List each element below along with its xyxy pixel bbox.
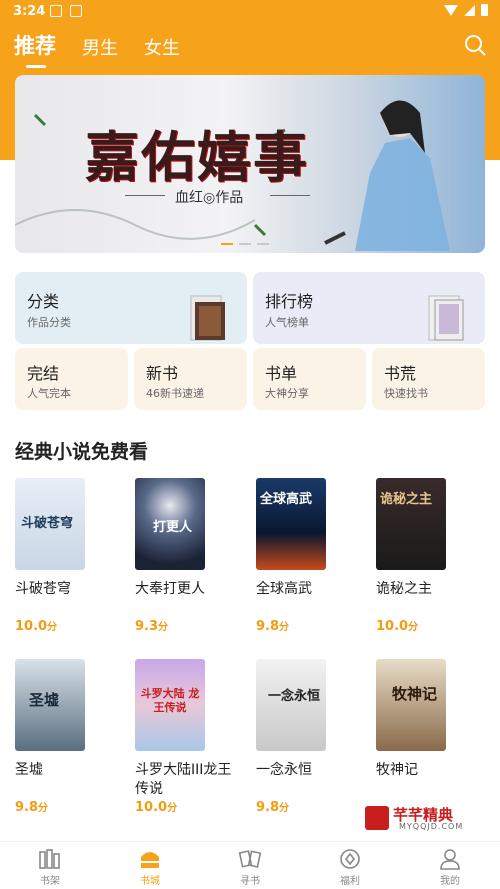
banner-title: 嘉佑嬉事 [85, 125, 309, 189]
category-title: 分类 [27, 292, 60, 311]
banner-dot[interactable] [239, 243, 251, 245]
bookshelf-icon [39, 849, 60, 869]
book-score: 10.0分 [376, 619, 419, 634]
banner-subtitle: 血红◎作品 [175, 190, 244, 206]
book-score: 10.0分 [15, 619, 58, 634]
book-finder-title: 书荒 [384, 364, 417, 383]
watermark-logo-icon [365, 806, 389, 830]
banner-line-right [270, 195, 310, 196]
new-books-subtitle: 46新书速递 [146, 387, 204, 400]
ranking-card[interactable]: 排行榜 人气榜单 [253, 272, 485, 344]
profile-icon [440, 849, 460, 870]
book-score: 10.0分 [135, 800, 178, 815]
book-item[interactable]: 打更人 大奉打更人 9.3分 [135, 478, 235, 634]
book-finder-card[interactable]: 书荒 快速找书 [372, 348, 485, 410]
nav-bookshelf[interactable]: 书架 [0, 842, 100, 889]
book-score: 9.8分 [15, 800, 49, 815]
status-bar: 3:24 [0, 0, 500, 24]
book-title: 大奉打更人 [135, 581, 205, 597]
book-cover: 诡秘之主 [376, 478, 446, 570]
top-tabs: 推荐 男生 女生 [14, 30, 180, 68]
ranking-subtitle: 人气榜单 [265, 316, 309, 329]
completed-card[interactable]: 完结 人气完本 [15, 348, 128, 410]
nav-bookstore[interactable]: 书城 [100, 842, 200, 889]
category-card[interactable]: 分类 作品分类 [15, 272, 247, 344]
app-notification-icon [70, 5, 82, 17]
battery-icon [481, 4, 488, 16]
category-subtitle: 作品分类 [27, 316, 71, 329]
banner-dot[interactable] [257, 243, 269, 245]
welfare-icon [340, 849, 360, 869]
nav-find-book[interactable]: 寻书 [200, 842, 300, 889]
nav-label: 书城 [140, 876, 160, 887]
book-stack-icon [428, 295, 464, 341]
book-title: 全球高武 [256, 581, 312, 597]
banner-dot[interactable] [221, 243, 233, 245]
nav-label: 福利 [340, 876, 360, 887]
ranking-title: 排行榜 [265, 292, 314, 311]
gallery-notification-icon [50, 5, 62, 17]
bottom-navigation: 书架 书城 寻书 福利 我的 [0, 841, 500, 889]
book-cover: 打更人 [135, 478, 205, 570]
nav-label: 我的 [440, 876, 460, 887]
find-book-icon [238, 850, 262, 868]
book-item[interactable]: 诡秘之主 诡秘之主 10.0分 [376, 478, 476, 634]
banner-line-left [125, 195, 165, 196]
book-score: 9.3分 [135, 619, 169, 634]
book-title: 一念永恒 [256, 762, 312, 778]
completed-title: 完结 [27, 364, 60, 383]
new-books-card[interactable]: 新书 46新书速递 [134, 348, 247, 410]
booklist-card[interactable]: 书单 大神分享 [253, 348, 366, 410]
nav-profile[interactable]: 我的 [400, 842, 500, 889]
nav-label: 寻书 [240, 876, 260, 887]
book-item[interactable]: 牧神记 牧神记 [376, 659, 476, 799]
book-cover: 圣墟 [15, 659, 85, 751]
book-title: 斗破苍穹 [15, 581, 71, 597]
book-item[interactable]: 全球高武 全球高武 9.8分 [256, 478, 356, 634]
signal-icon [464, 4, 475, 16]
book-title: 斗罗大陆III龙王传说 [135, 762, 232, 797]
status-time: 3:24 [13, 4, 46, 19]
nav-label: 书架 [40, 876, 60, 887]
book-score: 9.8分 [256, 619, 290, 634]
book-cover: 牧神记 [376, 659, 446, 751]
book-stack-icon [190, 295, 225, 341]
book-title: 诡秘之主 [376, 581, 432, 597]
search-icon[interactable] [464, 34, 486, 56]
booklist-title: 书单 [265, 364, 298, 383]
bookstore-icon [141, 852, 159, 868]
app-screen: 3:24 推荐 男生 女生 嘉佑嬉事 血红◎作品 分类 作品分类 排行榜 人气榜… [0, 0, 500, 889]
book-item[interactable]: 斗破苍穹 斗破苍穹 10.0分 [15, 478, 115, 634]
book-cover: 全球高武 [256, 478, 326, 570]
completed-subtitle: 人气完本 [27, 387, 71, 400]
book-item[interactable]: 圣墟 圣墟 9.8分 [15, 659, 115, 815]
banner-pagination [221, 243, 269, 245]
wifi-icon [444, 4, 458, 16]
tab-recommend[interactable]: 推荐 [14, 30, 56, 68]
book-title: 圣墟 [15, 762, 43, 778]
book-finder-subtitle: 快速找书 [384, 387, 428, 400]
nav-welfare[interactable]: 福利 [300, 842, 400, 889]
book-cover: 斗破苍穹 [15, 478, 85, 570]
watermark-url: MYQQJD.COM [399, 822, 464, 831]
tab-female[interactable]: 女生 [144, 34, 180, 60]
booklist-subtitle: 大神分享 [265, 387, 309, 400]
promo-banner[interactable]: 嘉佑嬉事 血红◎作品 [15, 75, 485, 253]
book-item[interactable]: 斗罗大陆 龙王传说 斗罗大陆III龙王传说 10.0分 [135, 659, 235, 815]
book-item[interactable]: 一念永恒 一念永恒 9.8分 [256, 659, 356, 815]
book-cover: 一念永恒 [256, 659, 326, 751]
new-books-title: 新书 [146, 364, 179, 383]
book-cover: 斗罗大陆 龙王传说 [135, 659, 205, 751]
book-title: 牧神记 [376, 762, 418, 778]
book-score: 9.8分 [256, 800, 290, 815]
banner-character-illustration [324, 100, 450, 251]
watermark: 芊芊精典 MYQQJD.COM [365, 806, 465, 832]
section-title: 经典小说免费看 [15, 441, 149, 463]
tab-male[interactable]: 男生 [82, 34, 118, 60]
